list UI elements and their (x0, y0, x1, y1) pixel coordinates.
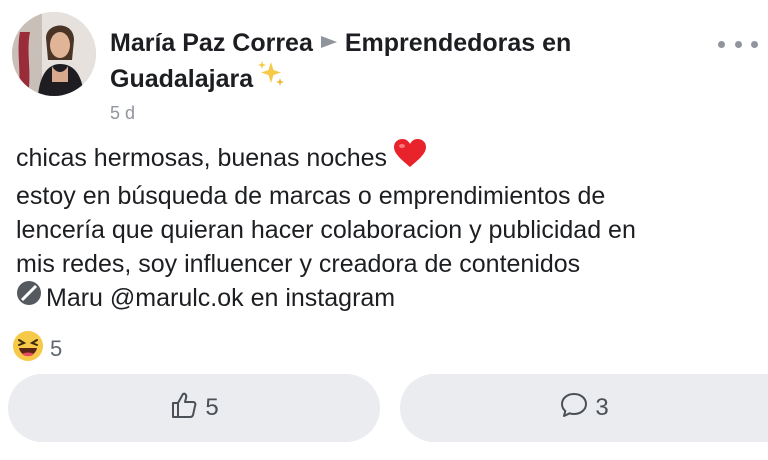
group-name-continued[interactable]: Guadalajara (110, 66, 253, 94)
group-name[interactable]: Emprendedoras en (345, 29, 571, 57)
post-header: María Paz Correa Emprendedoras en Guadala… (110, 26, 670, 124)
post-line-text: chicas hermosas, buenas noches (16, 144, 388, 173)
post-card: María Paz Correa Emprendedoras en Guadala… (0, 0, 768, 460)
post-line-mention: Maru @marulc.ok en instagram (16, 280, 756, 317)
post-timestamp[interactable]: 5 d (110, 102, 670, 124)
mention-rest: @marulc.ok en instagram (102, 284, 396, 312)
post-line: estoy en búsqueda de marcas o emprendimi… (16, 182, 606, 210)
post-line: mis redes, soy influencer y creadora de … (16, 250, 581, 278)
right-triangle-arrow-icon (319, 25, 339, 59)
mention-name: Maru (46, 284, 103, 312)
post-line: lencería que quieran hacer colaboracion … (16, 216, 636, 244)
speech-bubble-icon (559, 390, 595, 427)
ellipsis-dot-icon (718, 40, 725, 48)
like-count: 5 (205, 394, 219, 421)
ellipsis-dot-icon (734, 40, 742, 48)
post-line: chicas hermosas, buenas noches (16, 138, 756, 179)
author-avatar[interactable] (12, 12, 96, 96)
ellipsis-dot-icon (751, 40, 758, 48)
red-heart-icon (393, 138, 427, 177)
post-body: chicas hermosas, buenas noches estoy en … (16, 138, 756, 317)
like-button[interactable]: 5 (8, 374, 380, 442)
sparkles-icon (255, 58, 285, 97)
thumbs-up-icon (169, 390, 205, 427)
comment-button[interactable]: 3 (400, 374, 768, 442)
author-name[interactable]: María Paz Correa (110, 29, 313, 57)
reaction-count: 5 (50, 336, 63, 361)
reactions-summary[interactable]: 5 (12, 330, 62, 368)
post-title-line: María Paz Correa Emprendedoras en (110, 26, 670, 61)
post-title-line-2: Guadalajara (110, 61, 670, 100)
more-options-button[interactable] (718, 34, 758, 54)
comment-count: 3 (595, 394, 609, 421)
no-entry-sign-icon (16, 280, 42, 315)
laughing-emoji-icon (12, 330, 44, 368)
